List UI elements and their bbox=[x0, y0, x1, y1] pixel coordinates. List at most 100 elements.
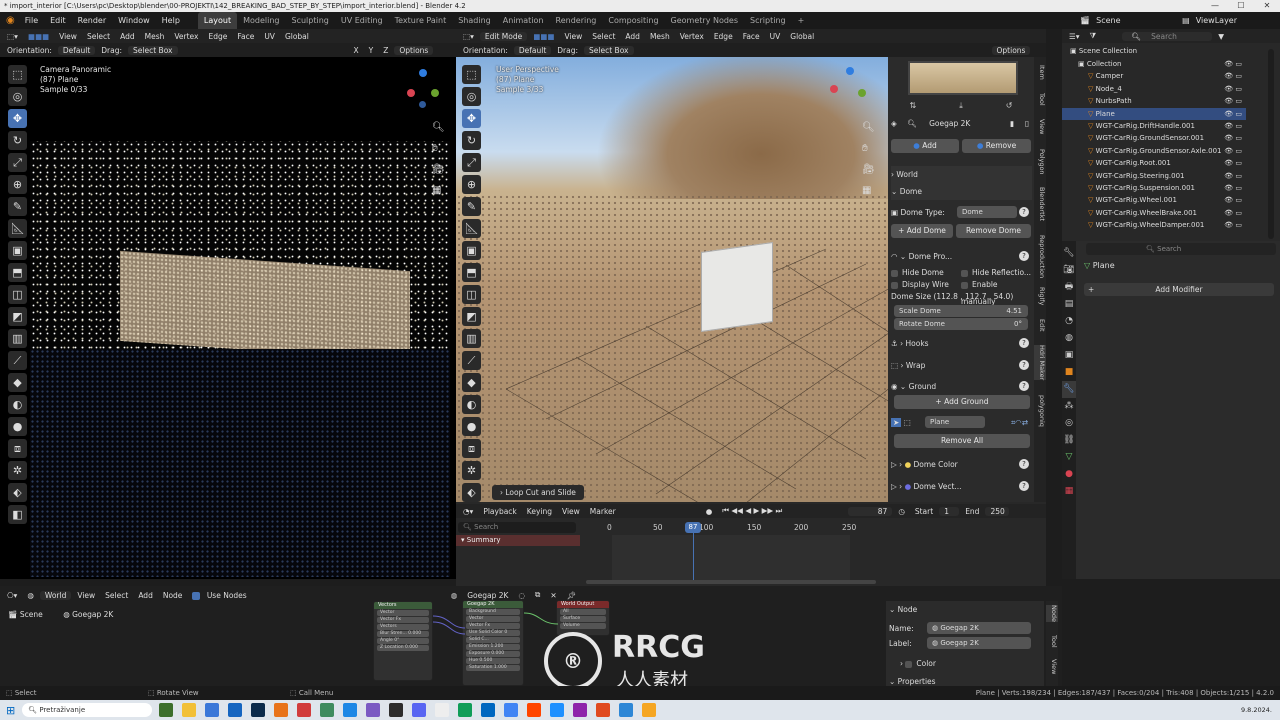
rotate-tool-icon[interactable]: ↻ bbox=[462, 131, 481, 150]
output-tab-icon[interactable]: 🖶︎ bbox=[1062, 279, 1076, 296]
menu-vertex[interactable]: Vertex bbox=[676, 32, 708, 41]
tab-modeling[interactable]: Modeling bbox=[237, 12, 285, 29]
scale-dome-field[interactable]: Scale Dome 4.51 bbox=[894, 305, 1028, 317]
data-tab-icon[interactable]: ▽ bbox=[1062, 449, 1076, 466]
menu-view[interactable]: View bbox=[558, 507, 584, 516]
menu-file[interactable]: File bbox=[19, 12, 44, 29]
shrink-tool-icon[interactable]: ✲ bbox=[8, 461, 27, 480]
help-icon[interactable]: ? bbox=[1019, 251, 1029, 261]
extrude-tool-icon[interactable]: ⬒ bbox=[8, 263, 27, 282]
menu-edge[interactable]: Edge bbox=[710, 32, 737, 41]
menu-uv[interactable]: UV bbox=[766, 32, 785, 41]
menu-window[interactable]: Window bbox=[112, 12, 156, 29]
outliner-row[interactable]: ▽ Node_4 👁︎ ▭ bbox=[1062, 83, 1246, 96]
cursor-tool-icon[interactable]: ◎ bbox=[462, 87, 481, 106]
funnel-icon[interactable]: ▼ bbox=[1214, 32, 1228, 41]
breadcrumb-world[interactable]: Goegap 2K bbox=[72, 610, 113, 619]
menu-mesh[interactable]: Mesh bbox=[646, 32, 674, 41]
remove-button[interactable]: ● Remove bbox=[962, 139, 1031, 153]
adjust-icon[interactable]: ⇅ bbox=[910, 101, 917, 115]
help-icon[interactable]: ? bbox=[1019, 360, 1029, 370]
camper-object[interactable] bbox=[701, 241, 773, 333]
measure-tool-icon[interactable]: 📐︎ bbox=[8, 219, 27, 238]
select-mode-icons[interactable]: ■■■ bbox=[24, 32, 53, 41]
maximize-button[interactable]: ☐ bbox=[1228, 0, 1254, 12]
taskbar-app-icon[interactable] bbox=[504, 703, 519, 717]
annotate-tool-icon[interactable]: ✎ bbox=[8, 197, 27, 216]
taskbar-app-icon[interactable] bbox=[251, 703, 266, 717]
edge-slide-tool-icon[interactable]: ⧈ bbox=[8, 439, 27, 458]
tab-texture-paint[interactable]: Texture Paint bbox=[389, 12, 453, 29]
taskbar-app-icon[interactable] bbox=[366, 703, 381, 717]
wrap-row[interactable]: ⬚ › Wrap? bbox=[891, 357, 1032, 374]
tab-layout[interactable]: Layout bbox=[197, 12, 238, 29]
clock-icon[interactable]: ◷ bbox=[894, 507, 909, 516]
orientation-dropdown[interactable]: Default bbox=[513, 45, 552, 55]
pan-hand-icon[interactable]: ✋︎ bbox=[862, 138, 875, 159]
grid-icon[interactable]: ▦ bbox=[432, 180, 445, 201]
taskbar-app-icon[interactable] bbox=[458, 703, 473, 717]
outliner-row[interactable]: ▽ WGT-CarRig.Suspension.001 👁︎ ▭ bbox=[1062, 182, 1246, 195]
playback-controls[interactable]: ⏮ ◀◀ ◀ ▶ ▶▶ ⏭ bbox=[718, 506, 786, 516]
tool-tab-icon[interactable]: 🔧︎ bbox=[1062, 245, 1076, 262]
scale-tool-icon[interactable]: ⤢ bbox=[8, 153, 27, 172]
menu-uv[interactable]: UV bbox=[260, 32, 279, 41]
mirror-x-toggle[interactable]: X bbox=[350, 46, 363, 55]
add-ground-button[interactable]: + Add Ground bbox=[894, 395, 1030, 409]
select-mode-icons[interactable]: ■■■ bbox=[529, 32, 558, 41]
world-tab-icon[interactable]: ◍ bbox=[1062, 330, 1076, 347]
tab-sculpting[interactable]: Sculpting bbox=[286, 12, 335, 29]
node-name-field[interactable]: ◍ Goegap 2K bbox=[927, 622, 1031, 634]
save-icon[interactable]: ▮ bbox=[1010, 115, 1014, 132]
add-button[interactable]: ● Add bbox=[891, 139, 959, 153]
transform-orientation[interactable]: Global bbox=[281, 32, 313, 41]
world-datablock-name[interactable]: Goegap 2K bbox=[463, 591, 512, 600]
transform-orientation[interactable]: Global bbox=[786, 32, 818, 41]
menu-edge[interactable]: Edge bbox=[204, 32, 231, 41]
camera-view-icon[interactable]: 🎥︎ bbox=[862, 159, 875, 180]
fake-user-icon[interactable]: ◌ bbox=[514, 591, 529, 600]
move-tool-icon[interactable]: ✥ bbox=[462, 109, 481, 128]
close-button[interactable]: ✕ bbox=[1254, 0, 1280, 12]
node-socket-row[interactable]: Surface bbox=[560, 616, 606, 622]
mode-dropdown[interactable]: Edit Mode bbox=[479, 31, 528, 41]
modifier-tab-icon[interactable]: 🔧︎ bbox=[1062, 381, 1076, 398]
zoom-icon[interactable]: 🔍︎ bbox=[862, 117, 875, 138]
menu-select[interactable]: Select bbox=[83, 32, 114, 41]
outliner-row[interactable]: ▽ WGT-CarRig.WheelDamper.001 👁︎ ▭ bbox=[1062, 219, 1246, 232]
bevel-tool-icon[interactable]: ◩ bbox=[8, 307, 27, 326]
taskbar-app-icon[interactable] bbox=[573, 703, 588, 717]
outliner-row[interactable]: ▽ WGT-CarRig.Root.001 👁︎ ▭ bbox=[1062, 157, 1246, 170]
outliner-row[interactable]: ▽ Plane 👁︎ ▭ bbox=[1062, 107, 1246, 121]
menu-select[interactable]: Select bbox=[588, 32, 619, 41]
filter-icon[interactable]: ⧩ bbox=[1086, 31, 1101, 41]
menu-vertex[interactable]: Vertex bbox=[170, 32, 202, 41]
annotate-tool-icon[interactable]: ✎ bbox=[462, 197, 481, 216]
texture-tab-icon[interactable]: ▦ bbox=[1062, 483, 1076, 500]
taskbar-app-icon[interactable] bbox=[320, 703, 335, 717]
visibility-icon[interactable]: 👁︎ ▭ bbox=[1224, 132, 1242, 145]
zoom-icon[interactable]: 🔍︎ bbox=[432, 117, 445, 138]
taskbar-app-icon[interactable] bbox=[205, 703, 220, 717]
download-icon[interactable]: ⤓ bbox=[959, 101, 963, 115]
menu-face[interactable]: Face bbox=[233, 32, 258, 41]
summary-channel[interactable]: ▾ Summary bbox=[456, 535, 580, 546]
world-section[interactable]: › World bbox=[891, 166, 1032, 183]
menu-add[interactable]: Add bbox=[116, 32, 139, 41]
cursor-icon[interactable]: ➤ bbox=[891, 418, 902, 427]
tab-animation[interactable]: Animation bbox=[497, 12, 550, 29]
remove-all-button[interactable]: Remove All bbox=[894, 434, 1030, 448]
editor-type-icon[interactable]: ⬚▾ bbox=[3, 32, 22, 41]
shader-type-dropdown[interactable]: World bbox=[39, 590, 72, 600]
visibility-icon[interactable]: 👁︎ ▭ bbox=[1224, 95, 1242, 108]
remove-dome-button[interactable]: Remove Dome bbox=[956, 224, 1031, 238]
hdri-thumbnail[interactable] bbox=[908, 61, 1018, 95]
node-socket-row[interactable]: Vectors bbox=[377, 624, 429, 630]
move-tool-icon[interactable]: ✥ bbox=[8, 109, 27, 128]
shrink-tool-icon[interactable]: ✲ bbox=[462, 461, 481, 480]
visibility-icon[interactable]: 👁︎ ▭ bbox=[1224, 207, 1242, 220]
poly-build-tool-icon[interactable]: ◆ bbox=[462, 373, 481, 392]
taskbar-app-icon[interactable] bbox=[619, 703, 634, 717]
loop-cut-tool-icon[interactable]: ▥ bbox=[8, 329, 27, 348]
rotate-dome-field[interactable]: Rotate Dome 0° bbox=[894, 318, 1028, 330]
